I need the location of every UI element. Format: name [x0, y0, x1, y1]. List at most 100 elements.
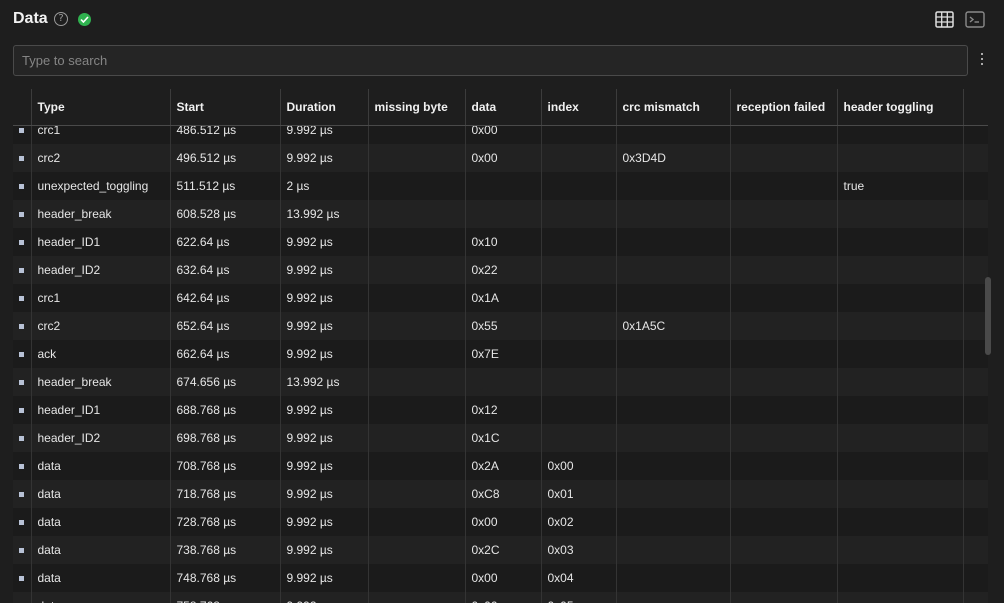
cell-index: 0x04 [541, 564, 617, 592]
vertical-scrollbar[interactable] [985, 277, 991, 355]
cell-index [541, 424, 617, 452]
cell-crc-mismatch [616, 564, 731, 592]
cell-duration: 9.992 µs [280, 536, 369, 564]
row-marker-icon [13, 340, 32, 368]
cell-header-toggling [837, 396, 964, 424]
column-header-header-toggling[interactable]: header toggling [837, 89, 964, 126]
row-marker-icon [13, 256, 32, 284]
cell-type: data [31, 452, 171, 480]
cell-crc-mismatch [616, 508, 731, 536]
column-header-data[interactable]: data [465, 89, 542, 126]
cell-crc-mismatch [616, 396, 731, 424]
column-header-type[interactable]: Type [31, 89, 171, 126]
column-header-missing-byte[interactable]: missing byte [368, 89, 466, 126]
table-body-viewport[interactable]: crc1 486.512 µs 9.992 µs 0x00 crc2 496.512 µs… [13, 126, 988, 603]
cell-filler [963, 424, 988, 452]
table-row[interactable]: header_ID1 688.768 µs 9.992 µs 0x12 [13, 396, 988, 424]
table-row[interactable]: header_ID2 632.64 µs 9.992 µs 0x22 [13, 256, 988, 284]
cell-filler [963, 126, 988, 144]
row-marker-icon [13, 284, 32, 312]
cell-reception-failed [730, 312, 838, 340]
table-row[interactable]: crc2 496.512 µs 9.992 µs 0x00 0x3D4D [13, 144, 988, 172]
cell-data: 0xC8 [465, 480, 542, 508]
row-marker-icon [13, 368, 32, 396]
table-row[interactable]: crc1 642.64 µs 9.992 µs 0x1A [13, 284, 988, 312]
cell-start: 632.64 µs [170, 256, 281, 284]
cell-reception-failed [730, 536, 838, 564]
cell-index [541, 228, 617, 256]
table-row[interactable]: unexpected_toggling 511.512 µs 2 µs true [13, 172, 988, 200]
cell-start: 511.512 µs [170, 172, 281, 200]
cell-reception-failed [730, 424, 838, 452]
cell-duration: 9.992 µs [280, 144, 369, 172]
cell-filler [963, 564, 988, 592]
cell-missing-byte [368, 200, 466, 228]
cell-start: 718.768 µs [170, 480, 281, 508]
search-input[interactable] [13, 45, 968, 76]
table-row[interactable]: crc2 652.64 µs 9.992 µs 0x55 0x1A5C [13, 312, 988, 340]
cell-data: 0x2C [465, 536, 542, 564]
help-icon[interactable]: ? [54, 12, 68, 26]
cell-reception-failed [730, 508, 838, 536]
cell-reception-failed [730, 284, 838, 312]
cell-start: 622.64 µs [170, 228, 281, 256]
table-row[interactable]: data 748.768 µs 9.992 µs 0x00 0x04 [13, 564, 988, 592]
table-row[interactable]: data 738.768 µs 9.992 µs 0x2C 0x03 [13, 536, 988, 564]
cell-start: 674.656 µs [170, 368, 281, 396]
table-row[interactable]: data 728.768 µs 9.992 µs 0x00 0x02 [13, 508, 988, 536]
cell-header-toggling [837, 256, 964, 284]
cell-header-toggling [837, 284, 964, 312]
cell-data: 0x00 [465, 564, 542, 592]
cell-index [541, 396, 617, 424]
column-header-duration[interactable]: Duration [280, 89, 369, 126]
cell-crc-mismatch [616, 480, 731, 508]
cell-index [541, 312, 617, 340]
cell-missing-byte [368, 256, 466, 284]
column-header-marker [13, 89, 32, 126]
table-row[interactable]: crc1 486.512 µs 9.992 µs 0x00 [13, 126, 988, 144]
cell-type: header_ID1 [31, 396, 171, 424]
cell-reception-failed [730, 172, 838, 200]
column-header-filler [963, 89, 988, 126]
table-row[interactable]: data 708.768 µs 9.992 µs 0x2A 0x00 [13, 452, 988, 480]
panel-title: Data [13, 10, 48, 27]
cell-crc-mismatch [616, 424, 731, 452]
column-header-crc-mismatch[interactable]: crc mismatch [616, 89, 731, 126]
column-header-start[interactable]: Start [170, 89, 281, 126]
cell-reception-failed [730, 144, 838, 172]
cell-reception-failed [730, 396, 838, 424]
cell-data: 0x22 [465, 256, 542, 284]
cell-reception-failed [730, 564, 838, 592]
table-row[interactable]: header_ID2 698.768 µs 9.992 µs 0x1C [13, 424, 988, 452]
cell-index: 0x01 [541, 480, 617, 508]
cell-duration: 2 µs [280, 172, 369, 200]
cell-reception-failed [730, 228, 838, 256]
cell-header-toggling [837, 368, 964, 396]
cell-duration: 9.992 µs [280, 508, 369, 536]
cell-missing-byte [368, 172, 466, 200]
table-row[interactable]: data758.768 µs9.992 µs 0x000x05 [13, 592, 988, 603]
column-header-reception-failed[interactable]: reception failed [730, 89, 838, 126]
table-row[interactable]: ack 662.64 µs 9.992 µs 0x7E [13, 340, 988, 368]
table-row[interactable]: data 718.768 µs 9.992 µs 0xC8 0x01 [13, 480, 988, 508]
cell-filler [963, 200, 988, 228]
cell-data [465, 172, 542, 200]
cell-reception-failed [730, 592, 838, 603]
cell-data: 0x1C [465, 424, 542, 452]
row-marker-icon [13, 536, 32, 564]
table-row[interactable]: header_ID1 622.64 µs 9.992 µs 0x10 [13, 228, 988, 256]
table-view-icon[interactable] [935, 11, 954, 28]
cell-missing-byte [368, 452, 466, 480]
column-header-index[interactable]: index [541, 89, 617, 126]
more-options-icon[interactable] [979, 53, 985, 69]
row-marker-icon [13, 200, 32, 228]
cell-type: crc2 [31, 144, 171, 172]
row-marker-icon [13, 564, 32, 592]
cell-index [541, 284, 617, 312]
cell-start: 486.512 µs [170, 126, 281, 144]
cell-header-toggling [837, 424, 964, 452]
table-row[interactable]: header_break 674.656 µs 13.992 µs [13, 368, 988, 396]
cell-reception-failed [730, 200, 838, 228]
terminal-icon[interactable] [965, 11, 985, 28]
table-row[interactable]: header_break 608.528 µs 13.992 µs [13, 200, 988, 228]
